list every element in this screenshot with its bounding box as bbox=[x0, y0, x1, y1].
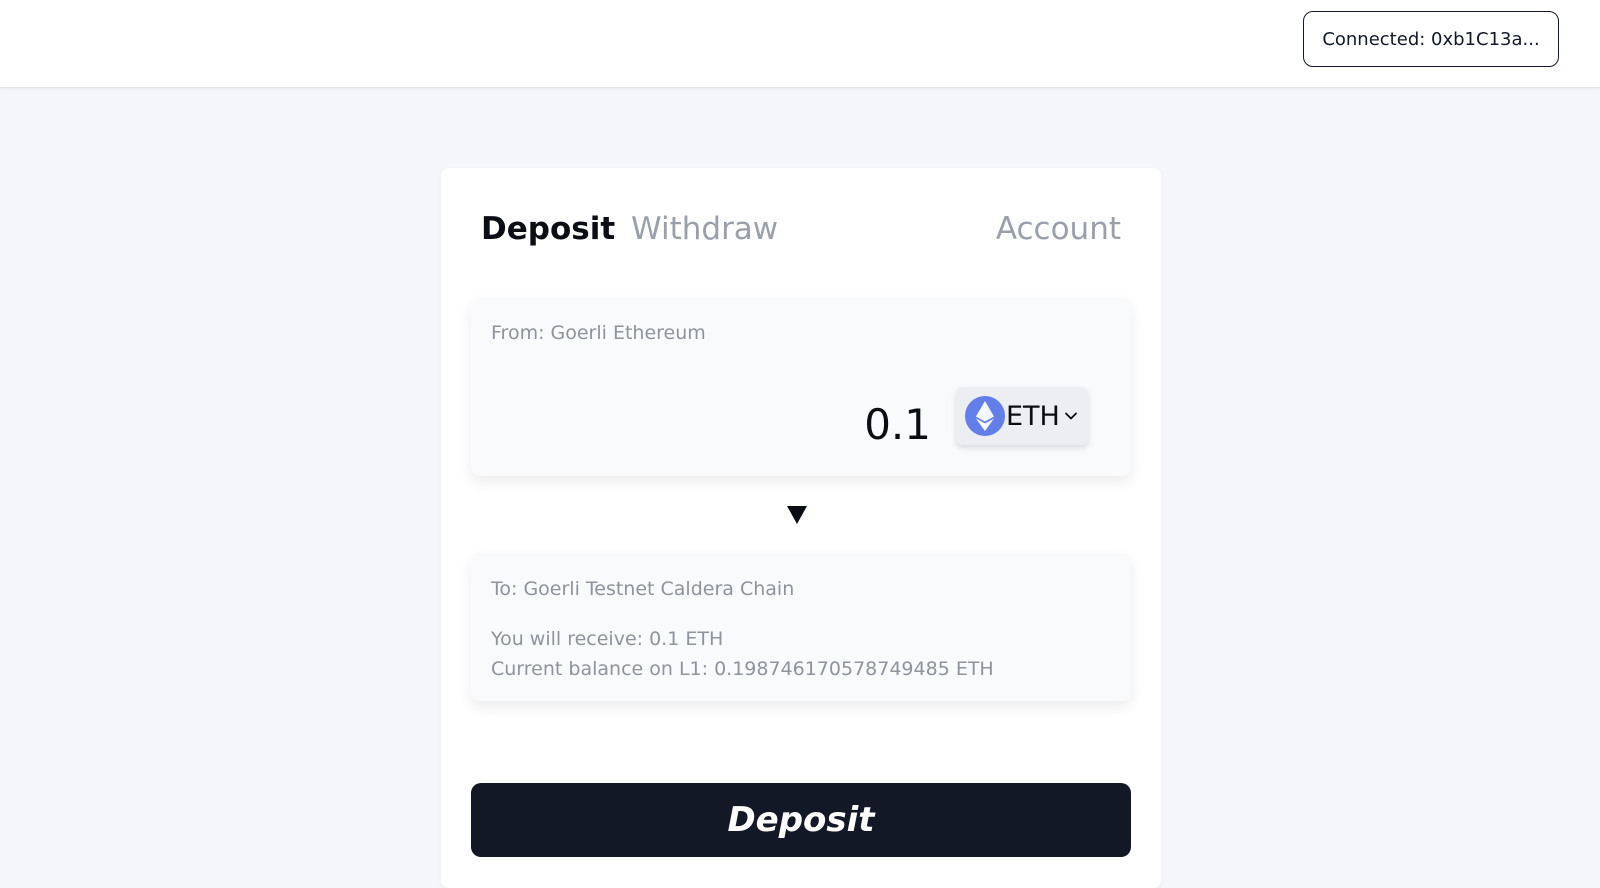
token-label: ETH bbox=[1006, 400, 1060, 432]
arrow-down-icon bbox=[786, 505, 808, 525]
l1-balance-text: Current balance on L1: 0.198746170578749… bbox=[491, 658, 994, 680]
token-select[interactable]: ETH bbox=[956, 387, 1088, 445]
wallet-connected-label: Connected: 0xb1C13a... bbox=[1322, 28, 1540, 50]
to-panel: To: Goerli Testnet Caldera Chain You wil… bbox=[471, 553, 1131, 701]
bridge-card: Deposit Withdraw Account From: Goerli Et… bbox=[441, 168, 1161, 888]
ethereum-icon bbox=[965, 396, 1005, 436]
from-panel: From: Goerli Ethereum ETH bbox=[471, 298, 1131, 476]
chevron-down-icon bbox=[1064, 409, 1078, 423]
tab-account[interactable]: Account bbox=[996, 214, 1121, 245]
wallet-connected-button[interactable]: Connected: 0xb1C13a... bbox=[1303, 11, 1559, 67]
from-chain-label: From: Goerli Ethereum bbox=[491, 322, 706, 344]
to-chain-label: To: Goerli Testnet Caldera Chain bbox=[491, 578, 795, 600]
amount-input[interactable] bbox=[491, 394, 931, 454]
receive-amount-text: You will receive: 0.1 ETH bbox=[491, 628, 724, 650]
deposit-button-label: Deposit bbox=[727, 800, 875, 840]
tab-deposit[interactable]: Deposit bbox=[481, 214, 615, 245]
tab-withdraw[interactable]: Withdraw bbox=[631, 214, 778, 245]
deposit-button[interactable]: Deposit bbox=[471, 783, 1131, 857]
top-bar: Connected: 0xb1C13a... bbox=[0, 0, 1600, 88]
